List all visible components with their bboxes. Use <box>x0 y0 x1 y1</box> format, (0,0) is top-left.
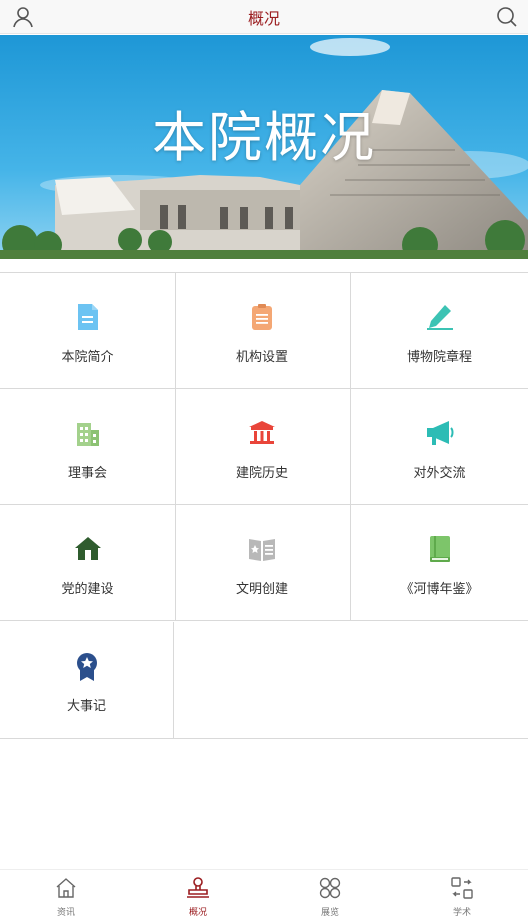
grid-item-label: 文明创建 <box>235 582 288 597</box>
pencil-icon <box>351 303 528 333</box>
grid-item-civilization[interactable]: 文明创建 <box>174 505 351 621</box>
grid-item-organization[interactable]: 机构设置 <box>174 273 351 389</box>
tab-overview[interactable]: 概况 <box>132 876 264 918</box>
search-icon[interactable] <box>494 4 520 30</box>
home-icon <box>0 535 175 565</box>
grid-item-council[interactable]: 理事会 <box>0 389 176 505</box>
grid-item-label: 《河博年鉴》 <box>400 582 479 597</box>
grid-item-party[interactable]: 党的建设 <box>0 505 176 621</box>
grid-item-exchange[interactable]: 对外交流 <box>351 389 528 505</box>
four-circles-icon <box>264 876 396 902</box>
exchange-shapes-icon <box>396 876 528 902</box>
tab-exhibition[interactable]: 展览 <box>264 876 396 918</box>
grid-item-introduction[interactable]: 本院简介 <box>0 273 176 389</box>
stamp-icon <box>132 876 264 902</box>
grid-item-label: 党的建设 <box>61 582 114 597</box>
grid-item-label: 理事会 <box>67 466 107 481</box>
grid-item-label: 大事记 <box>66 699 106 714</box>
tab-news[interactable]: 资讯 <box>0 876 132 918</box>
grid-item-yearbook[interactable]: 《河博年鉴》 <box>351 505 528 621</box>
temple-icon <box>174 419 350 449</box>
grid-divider <box>174 738 528 739</box>
clipboard-icon <box>174 303 350 333</box>
tab-label: 学术 <box>452 908 471 918</box>
bottom-tab-bar: 资讯 概况 展览 学术 <box>0 869 528 919</box>
grid-item-charter[interactable]: 博物院章程 <box>351 273 528 389</box>
book-icon <box>351 535 528 565</box>
grid-item-label: 本院简介 <box>61 350 114 365</box>
grid-item-chronicle[interactable]: 大事记 <box>0 622 174 739</box>
tab-academic[interactable]: 学术 <box>396 876 528 918</box>
house-outline-icon <box>0 876 132 902</box>
award-ribbon-icon <box>0 652 173 682</box>
tab-label: 资讯 <box>56 908 75 918</box>
grid-item-label: 博物院章程 <box>406 350 472 365</box>
grid-item-label: 对外交流 <box>413 466 466 481</box>
grid-item-label: 建院历史 <box>235 466 288 481</box>
grid-item-label: 机构设置 <box>235 350 288 365</box>
newspaper-icon <box>174 535 350 565</box>
tab-label: 概况 <box>188 908 207 918</box>
page-title: 概况 <box>247 9 280 28</box>
tab-label: 展览 <box>320 908 339 918</box>
building-icon <box>0 419 175 449</box>
grid-item-history[interactable]: 建院历史 <box>174 389 351 505</box>
banner-image[interactable]: 本院概况 <box>0 35 528 259</box>
top-bar: 概况 <box>0 0 528 34</box>
document-icon <box>0 303 175 333</box>
megaphone-icon <box>351 419 528 449</box>
banner-caption: 本院概况 <box>152 106 376 169</box>
overview-grid: 本院简介 机构设置 博物院章程 理事会 建院历史 对外交流 党的建设 文明创建 … <box>0 272 528 739</box>
